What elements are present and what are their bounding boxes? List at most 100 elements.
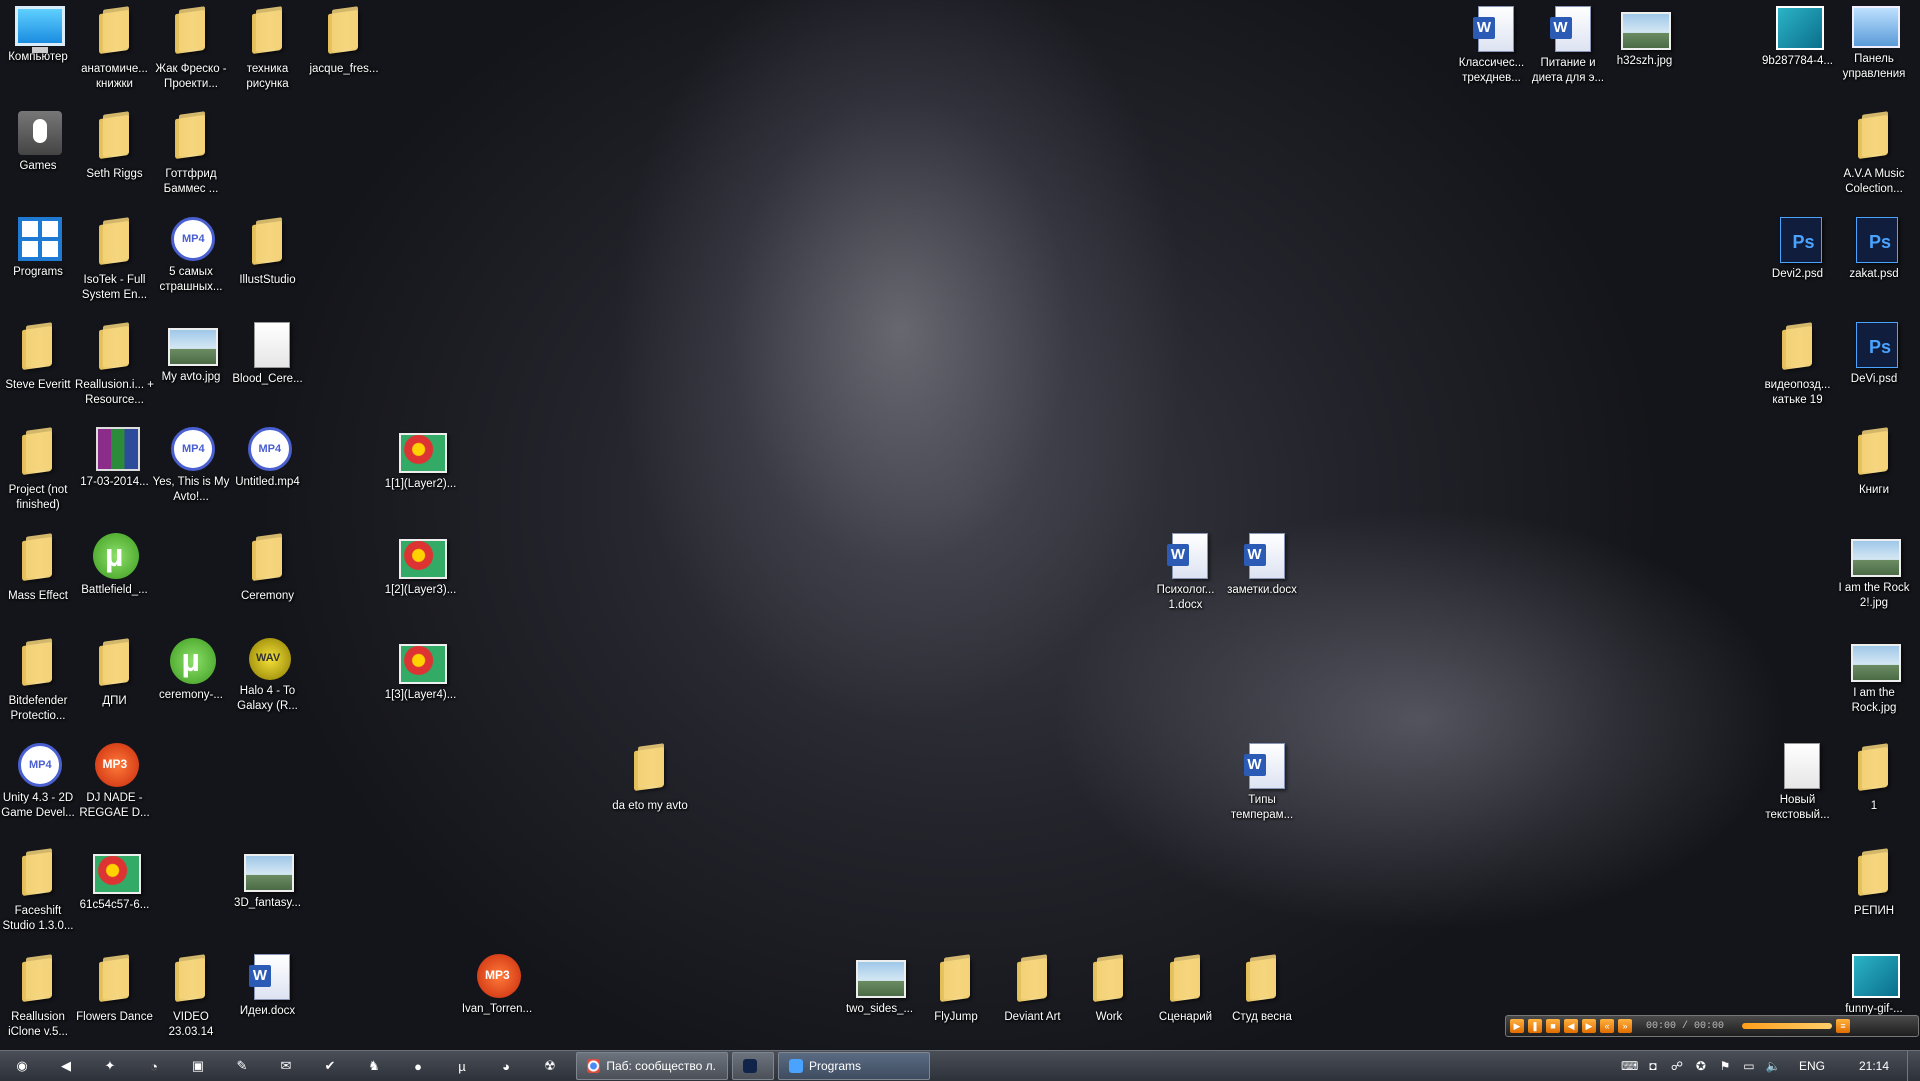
desktop-icon[interactable]: техника рисунка [230,0,306,98]
desktop-icon[interactable]: Готтфрид Баммес ... [153,105,229,203]
desktop-icon[interactable]: 9b287784-4... [1760,0,1836,98]
desktop-icon[interactable]: ДПИ [77,632,153,730]
clock[interactable]: 21:14 [1859,1059,1889,1073]
desktop-icon[interactable]: jacque_fres... [306,0,382,98]
desktop-icon[interactable]: Панель управления [1836,0,1912,98]
app-icon-1[interactable]: ✦ [97,1055,123,1077]
desktop-icon[interactable]: видеопозд... катьке 19 [1760,316,1836,414]
desktop-icon[interactable]: Mass Effect [0,527,76,625]
play-button[interactable]: ▶ [1510,1019,1524,1033]
app-icon-5[interactable]: ✉ [273,1055,299,1077]
desktop-icon[interactable]: VIDEO 23.03.14 [153,948,229,1046]
desktop-icon[interactable]: My avto.jpg [153,316,229,414]
desktop-icon[interactable]: Programs [0,211,76,309]
previous-button[interactable]: ◀ [1564,1019,1578,1033]
desktop-icon[interactable]: Blood_Cere... [230,316,306,414]
desktop-icon[interactable]: MP3 Ivan_Torren... [459,948,535,1046]
desktop-icon[interactable]: µ ceremony-... [153,632,229,730]
desktop-icon[interactable]: W Питание и диета для э... [1530,0,1606,98]
app-icon-6[interactable]: ✔ [317,1055,343,1077]
desktop-icon[interactable]: 3D_fantasy... [230,842,306,940]
app-icon-4[interactable]: ✎ [229,1055,255,1077]
desktop-icon[interactable]: W Типы темперам... [1224,737,1300,835]
desktop-icon[interactable]: Ps zakat.psd [1836,211,1912,309]
desktop-icon[interactable]: W Классичес... трехднев... [1454,0,1530,98]
desktop-icon[interactable]: Ps Devi2.psd [1760,211,1836,309]
desktop-icon[interactable]: 1[1](Layer2)... [383,421,459,519]
desktop-icon[interactable]: Deviant Art [995,948,1071,1046]
app-icon-10[interactable]: ☢ [537,1055,563,1077]
forward-button[interactable]: » [1618,1019,1632,1033]
show-desktop-button[interactable] [1907,1051,1920,1081]
desktop-icon[interactable]: FlyJump [918,948,994,1046]
app-icon-8[interactable]: ● [405,1055,431,1077]
desktop-icon[interactable]: I am the Rock.jpg [1836,632,1912,730]
volume-icon[interactable]: 🔈 [1765,1058,1781,1074]
flag-icon[interactable]: ⚑ [1717,1058,1733,1074]
desktop-icon[interactable]: Project (not finished) [0,421,76,519]
desktop-icon[interactable]: Ceremony [230,527,306,625]
desktop-icon[interactable]: Faceshift Studio 1.3.0... [0,842,76,940]
monitor-icon[interactable]: ▭ [1741,1058,1757,1074]
rewind-button[interactable]: « [1600,1019,1614,1033]
desktop-icon[interactable]: µ Battlefield_... [77,527,153,625]
desktop-icon[interactable]: Reallusion iClone v.5... [0,948,76,1046]
shield-icon[interactable]: ◘ [1645,1058,1661,1074]
desktop-icon[interactable]: Games [0,105,76,203]
next-button[interactable]: ▶ [1582,1019,1596,1033]
desktop-icon[interactable]: Steve Everitt [0,316,76,414]
antivirus-icon[interactable]: ✪ [1693,1058,1709,1074]
desktop-icon[interactable]: 1[2](Layer3)... [383,527,459,625]
utorrent-taskbar-icon[interactable]: µ [449,1055,475,1077]
desktop-icon[interactable]: MP4 Unity 4.3 - 2D Game Devel... [0,737,76,835]
app-icon-3[interactable]: ▣ [185,1055,211,1077]
desktop-icon[interactable]: IllustStudio [230,211,306,309]
desktop-icon[interactable]: Reallusion.i... + Resource... [75,316,154,414]
taskbar-task-photoshop-icon[interactable] [732,1052,774,1080]
desktop-icon[interactable]: Work [1071,948,1147,1046]
desktop-icon[interactable]: Книги [1836,421,1912,519]
stop-button[interactable]: ■ [1546,1019,1560,1033]
network-icon[interactable]: ☍ [1669,1058,1685,1074]
desktop-icon[interactable]: da eto my avto [612,737,688,835]
media-player-widget[interactable]: ▶ ❚ ■ ◀ ▶ « » 00:00 / 00:00 ≡ [1505,1015,1919,1037]
desktop-icon[interactable]: two_sides_... [842,948,918,1046]
desktop-icon[interactable]: Seth Riggs [77,105,153,203]
app-icon-7[interactable]: ♞ [361,1055,387,1077]
speaker-app-icon[interactable]: ◀ [53,1055,79,1077]
desktop-icon[interactable]: W Идеи.docx [230,948,306,1046]
desktop-icon[interactable]: 61c54c57-6... [77,842,153,940]
menu-button[interactable]: ≡ [1836,1019,1851,1033]
desktop-icon[interactable]: Wзаметки.docx [1224,527,1300,625]
taskbar-task-folder-window-icon[interactable]: Programs [778,1052,930,1080]
desktop-icon[interactable]: MP3 DJ NADE - REGGAE D... [77,737,153,835]
desktop-icon[interactable]: h32szh.jpg [1607,0,1683,98]
desktop-icon[interactable]: Сценарий [1148,948,1224,1046]
desktop-icon[interactable]: MP4 Yes, This is My Avto!... [153,421,229,519]
start-button-icon[interactable]: ◉ [9,1055,35,1077]
desktop-icon[interactable]: MP4 Untitled.mp4 [230,421,306,519]
desktop-icon[interactable]: Студ весна [1224,948,1300,1046]
app-icon-9[interactable]: ◕ [493,1055,519,1077]
desktop-icon[interactable]: Компьютер [0,0,76,98]
desktop-icon[interactable]: 17-03-2014... [77,421,153,519]
desktop-icon[interactable]: РЕПИН [1836,842,1912,940]
volume-slider[interactable] [1742,1023,1833,1029]
desktop-icon[interactable]: Новый текстовый... [1760,737,1836,835]
desktop-icon[interactable]: W Психолог... 1.docx [1148,527,1224,625]
desktop-icon[interactable]: Жак Фреско - Проекти... [153,0,229,98]
desktop-icon[interactable]: 1 [1836,737,1912,835]
desktop-icon[interactable]: Bitdefender Protectio... [0,632,76,730]
taskbar-task-chrome-icon[interactable]: Паб: сообщество л... [576,1052,728,1080]
desktop-icon[interactable]: MP4 5 самых страшных... [153,211,229,309]
keyboard-icon[interactable]: ⌨ [1621,1058,1638,1074]
pause-button[interactable]: ❚ [1528,1019,1542,1033]
desktop-icon[interactable]: Ps DeVi.psd [1836,316,1912,414]
language-indicator[interactable]: ENG [1799,1059,1825,1073]
desktop-icon[interactable]: WAV Halo 4 - To Galaxy (R... [230,632,306,730]
desktop-icon[interactable]: A.V.A Music Colection... [1836,105,1912,203]
desktop-icon[interactable]: 1[3](Layer4)... [383,632,459,730]
desktop-icon[interactable]: анатомиче... книжки [77,0,153,98]
app-icon-2[interactable]: ◔ [141,1055,167,1077]
desktop-icon[interactable]: Flowers Dance [76,948,153,1046]
